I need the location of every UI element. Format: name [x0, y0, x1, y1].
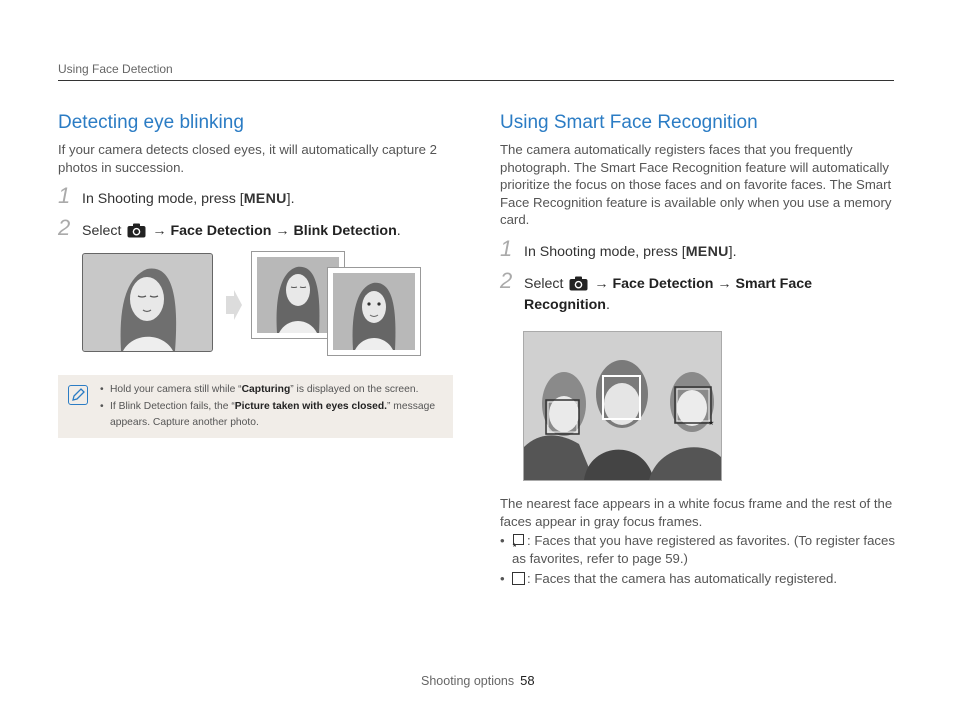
- smart-face-step-1: 1 In Shooting mode, press [MENU].: [500, 235, 737, 261]
- eye-blinking-step-1: 1 In Shooting mode, press [MENU].: [58, 183, 295, 208]
- group-face-photo: ★: [523, 331, 722, 481]
- focus-frame-caption: The nearest face appears in a white focu…: [500, 496, 893, 529]
- section-title-smart-face: Using Smart Face Recognition: [500, 112, 758, 133]
- smart-face-explanation: The nearest face appears in a white focu…: [500, 495, 895, 588]
- step-number: 1: [500, 235, 513, 261]
- camera-icon: [569, 276, 588, 290]
- left-column: Detecting eye blinking If your camera de…: [58, 112, 453, 242]
- note-item: Hold your camera still while “Capturing”…: [100, 382, 445, 399]
- step-number: 2: [58, 215, 71, 240]
- group-portrait-illustration: ★: [524, 332, 721, 480]
- note-item: If Blink Detection fails, the “Picture t…: [100, 399, 445, 432]
- favorite-face-frame-icon: ★: [512, 534, 524, 547]
- page-number: 58: [520, 673, 535, 688]
- menu-key: MENU: [685, 243, 729, 260]
- step-number: 1: [58, 183, 71, 208]
- smart-face-step-2: 2 Select → Face Detection → Smart Face R…: [500, 267, 812, 313]
- arrow-right-icon: [226, 290, 242, 320]
- smart-face-intro: The camera automatically registers faces…: [500, 142, 892, 227]
- woman-portrait-illustration: [333, 273, 415, 350]
- note-box: Hold your camera still while “Capturing”…: [58, 375, 453, 438]
- step-number: 2: [500, 267, 513, 293]
- blink-photo-original: [82, 253, 213, 352]
- woman-portrait-illustration: [83, 254, 212, 351]
- svg-text:★: ★: [708, 419, 714, 427]
- header-section-label: Using Face Detection: [58, 62, 173, 76]
- eye-blinking-step-2: 2 Select → Face Detection → Blink Detect…: [58, 215, 401, 240]
- right-column: Using Smart Face Recognition The camera …: [500, 112, 895, 316]
- favorite-faces-bullet: ★ : Faces that you have registered as fa…: [500, 532, 895, 567]
- menu-key: MENU: [243, 191, 287, 207]
- footer-label: Shooting options: [421, 674, 515, 688]
- registered-face-frame-icon: [512, 572, 525, 585]
- note-pencil-icon: [68, 385, 88, 405]
- svg-text:★: ★: [512, 542, 517, 547]
- camera-icon: [127, 223, 146, 238]
- registered-faces-bullet: : Faces that the camera has automaticall…: [500, 570, 895, 588]
- section-title-eye-blinking: Detecting eye blinking: [58, 112, 244, 133]
- blink-photo-result-2: [327, 267, 421, 356]
- eye-blinking-intro: If your camera detects closed eyes, it w…: [58, 142, 437, 175]
- page-footer: Shooting options 58: [421, 673, 535, 688]
- header-rule: [58, 80, 894, 81]
